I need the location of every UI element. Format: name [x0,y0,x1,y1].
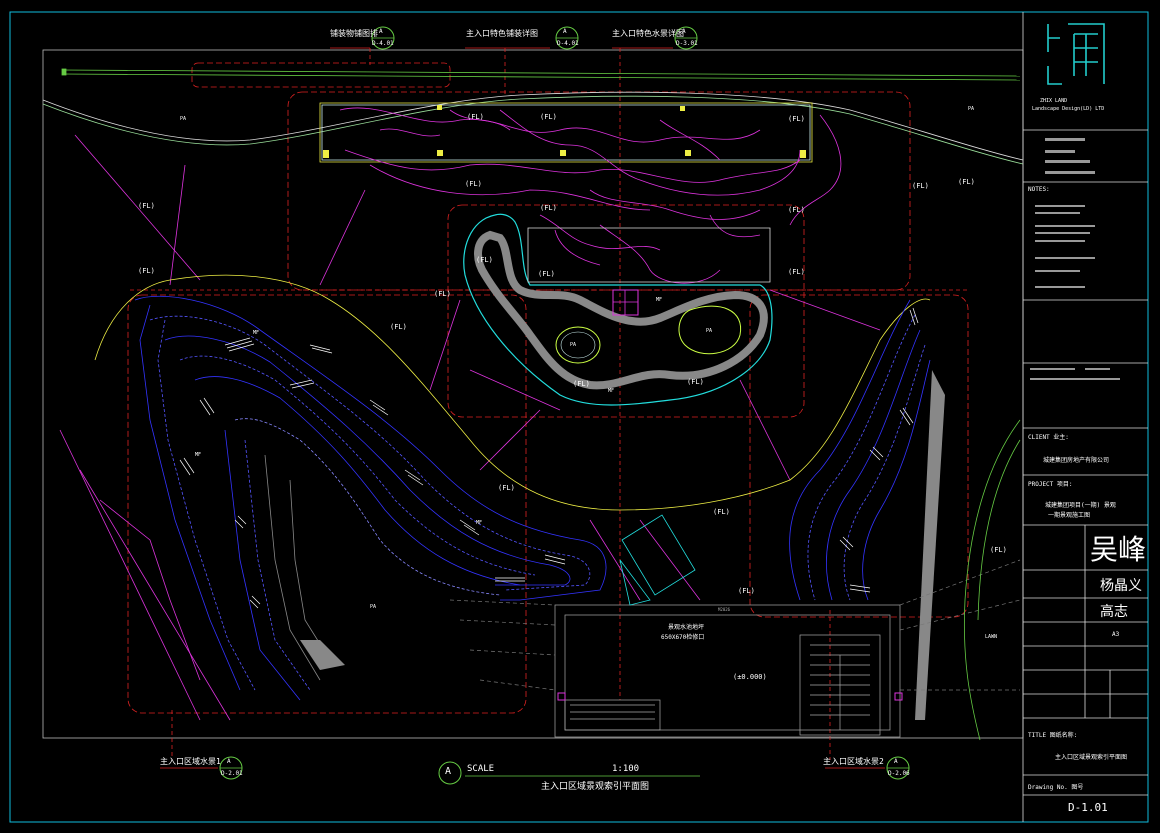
zone-label: (FL) [498,484,515,492]
zone-label: (FL) [540,113,557,121]
region-boxes [127,62,969,714]
cad-drawing-sheet [9,11,1149,823]
callout-label-entry-paving: 主入口特色铺装详图 [466,29,538,38]
pool-feature [619,514,696,606]
title-header: TITLE 图纸名称: [1028,732,1078,739]
drawing-no-label: Drawing No. 图号 [1028,784,1084,791]
callout-label-water: 主入口特色水景详图 [612,29,684,38]
zone-label: (FL) [990,546,1007,554]
top-water-feature [319,102,842,284]
zone-label: (FL) [912,182,929,190]
zone-label-mf: MF [195,452,202,458]
zone-label: (FL) [788,115,805,123]
approver-signature: 高志 [1100,604,1128,620]
callout-sheet-water-1: D-2.01 [221,770,243,777]
retaining-wall [915,370,945,720]
scale-value: 1:100 [612,764,640,774]
right-green-curves [963,419,1021,741]
project-name-1: 城建集团项目(一期) 景观 [1045,502,1116,509]
top-path [61,68,1021,81]
section-lines [130,48,970,760]
zone-label: (FL) [390,323,407,331]
callout-sheet-entry-paving: D-4.01 [557,40,579,47]
zone-label-mf: MF [253,330,260,336]
logo-text: ZHIX LAND [1040,98,1068,104]
callout-code-paving: A [379,28,383,35]
client-name: 城建集团房地产有限公司 [1043,457,1110,464]
zone-label-pa: PA [968,106,975,112]
zone-label: (FL) [738,587,755,595]
zone-label-pa: PA [370,604,377,610]
pool-size-note: 650X670检修口 [661,634,705,641]
zone-label-pa: PA [180,116,187,122]
drawing-title: 主入口区域景观索引平面图 [541,782,650,792]
step-markers [179,307,919,609]
zone-label: (FL) [687,378,704,386]
building-footprint [449,559,1021,738]
callout-label-water-1: 主入口区域水景1 [160,757,221,766]
sheet-size: A3 [1112,631,1120,638]
elevation-note: (±0.000) [733,673,767,681]
notes-header: NOTES: [1028,186,1050,193]
zone-label: (FL) [476,256,493,264]
central-pond [463,213,773,406]
right-stepped-terraces [789,299,931,601]
callout-label-paving: 铺装物铺图排 [330,29,378,38]
callout-label-water-2: 主入口区域水景2 [823,757,884,766]
checker-signature: 杨晶义 [1100,578,1142,594]
zone-label: (FL) [538,270,555,278]
drawing-number: D-1.01 [1068,801,1108,814]
zone-label: (FL) [573,380,590,388]
marker-box-left [557,692,566,701]
project-header: PROJECT 项目: [1028,481,1073,488]
zone-label: (FL) [434,290,451,298]
title-block-grid [1022,12,1148,822]
client-header: CLIENT 业主: [1028,434,1069,441]
project-name-2: 一期景观施工图 [1048,512,1091,519]
callout-code-water: A [682,28,686,35]
marker-box-right [894,692,903,701]
zone-label: (FL) [467,113,484,121]
zone-label: (FL) [138,267,155,275]
designer-signature: 吴峰 [1090,533,1147,566]
left-stepped-terraces [134,295,607,701]
zone-label-mf: MF [476,520,483,526]
zone-label: (FL) [540,204,557,212]
scale-marker: A [445,766,452,777]
zone-label: (FL) [713,508,730,516]
title-block-fine-print [1030,138,1120,380]
zone-label: (FL) [958,178,975,186]
zone-label: (FL) [788,206,805,214]
title-name: 主入口区域景观索引平面图 [1055,754,1128,761]
zone-label: (FL) [788,268,805,276]
zone-label-mf: MF [608,388,615,394]
zone-label-pa: PA [570,342,577,348]
callout-sheet-paving: D-4.01 [372,40,394,47]
ramp-fill [300,640,345,670]
zone-label-mf: MF [656,297,663,303]
zone-label-lawn: LAWN [985,634,998,640]
callout-leaders [160,47,885,769]
building-label: M2026 [718,607,731,612]
zone-label: (FL) [465,180,482,188]
pool-note: 景观水池地坪 [668,624,705,631]
callout-code-entry-paving: A [563,28,567,35]
property-lines [59,134,881,721]
logo-mark [1047,23,1105,85]
company-name: Landscape Design(LD) LTD [1032,106,1105,112]
callout-code-water-2: A [894,758,898,765]
callout-sheet-water-2: D-2.06 [888,770,910,777]
zone-label-pa: PA [706,328,713,334]
scale-label: SCALE [467,764,495,774]
callout-sheet-water: D-3.01 [676,40,698,47]
zone-label: (FL) [138,202,155,210]
callout-code-water-1: A [227,758,231,765]
